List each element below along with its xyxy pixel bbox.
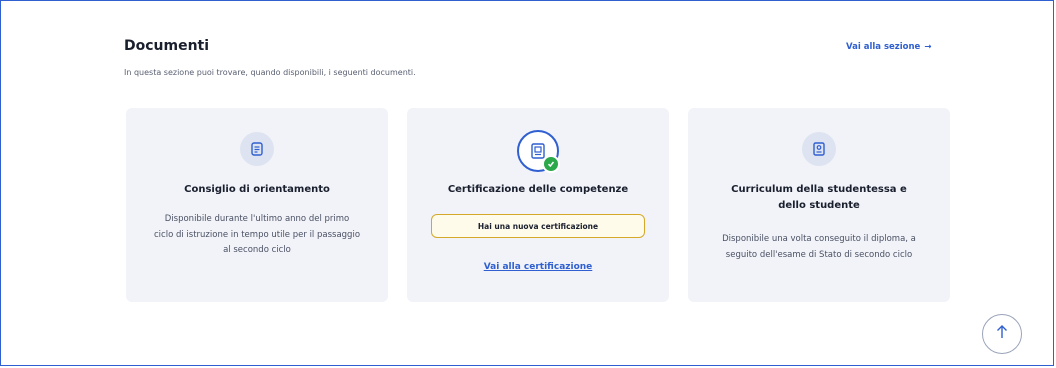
- go-to-section-link[interactable]: Vai alla sezione →: [846, 42, 931, 52]
- certificate-icon: [517, 130, 560, 173]
- curriculum-icon: [802, 132, 836, 166]
- section-subtitle: In questa sezione puoi trovare, quando d…: [124, 68, 416, 77]
- card-title: Curriculum della studentessa e dello stu…: [731, 184, 907, 211]
- scroll-to-top-button[interactable]: [982, 314, 1022, 354]
- card-competence-certification: Certificazione delle competenze Hai una …: [407, 108, 669, 302]
- section-title: Documenti: [124, 38, 210, 54]
- card-description: Disponibile una volta conseguito il dipl…: [722, 234, 916, 260]
- new-certification-badge: Hai una nuova certificazione: [431, 214, 645, 238]
- arrow-right-icon: →: [924, 42, 932, 52]
- go-to-section-label: Vai alla sezione: [846, 42, 921, 52]
- arrow-up-icon: [995, 324, 1009, 344]
- card-student-curriculum: Curriculum della studentessa e dello stu…: [688, 108, 950, 302]
- card-description: Disponibile durante l'ultimo anno del pr…: [154, 214, 361, 255]
- go-to-certification-link[interactable]: Vai alla certificazione: [407, 262, 669, 272]
- card-orientation-advice: Consiglio di orientamento Disponibile du…: [126, 108, 388, 302]
- card-title: Certificazione delle competenze: [447, 184, 629, 195]
- check-icon: [542, 155, 560, 173]
- document-icon: [240, 132, 274, 166]
- card-title: Consiglio di orientamento: [184, 184, 330, 195]
